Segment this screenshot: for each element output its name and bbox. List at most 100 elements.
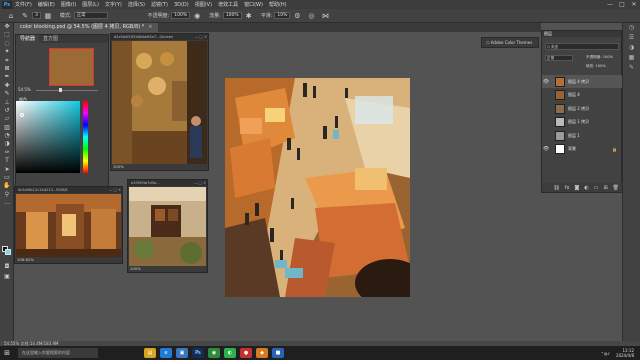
group-icon[interactable]: ▭	[594, 185, 599, 191]
more-tools-icon[interactable]: …	[0, 199, 14, 207]
navigator-zoom-slider-handle[interactable]	[59, 88, 62, 92]
menu-filter[interactable]: 滤镜(T)	[151, 1, 168, 8]
menu-type[interactable]: 文字(Y)	[105, 1, 122, 8]
reference-window-1[interactable]: d5c0e4f1ff2d4bba92e7...(Screen — □ ✕ 100%	[110, 33, 209, 171]
crop-tool-icon[interactable]: ⌗	[0, 57, 14, 65]
file-explorer-taskbar-icon[interactable]: ▤	[144, 348, 156, 358]
frame-tool-icon[interactable]: ⊠	[0, 65, 14, 73]
adobe-color-themes-button[interactable]: ⬡ Adobe Color Themes	[481, 37, 539, 48]
symmetry-icon[interactable]: ⋈	[321, 12, 329, 20]
fx-icon[interactable]: fx	[565, 185, 570, 191]
reference-window-3-titlebar[interactable]: e2f39f4a7d3e... — □ ✕	[128, 180, 207, 186]
wechat-taskbar-icon[interactable]: ◐	[224, 348, 236, 358]
menu-image[interactable]: 图像(I)	[61, 1, 76, 8]
edge-taskbar-icon[interactable]: e	[160, 348, 172, 358]
blur-tool-icon[interactable]: ◔	[0, 132, 14, 140]
app-red-taskbar-icon[interactable]: ●	[240, 348, 252, 358]
app-blue-taskbar-icon[interactable]: ■	[272, 348, 284, 358]
stamp-tool-icon[interactable]: ⊥	[0, 99, 14, 107]
layer-filter-input[interactable]: Q 类型	[545, 43, 619, 50]
reference-window-2-titlebar[interactable]: 4c5a5fb12c14d213...RGB/8 — □ ✕	[15, 187, 122, 193]
photoshop-taskbar-icon[interactable]: Ps	[192, 348, 204, 358]
move-tool-icon[interactable]: ✥	[0, 23, 14, 31]
menu-layer[interactable]: 图层(L)	[82, 1, 99, 8]
marquee-tool-icon[interactable]: ⬚	[0, 31, 14, 39]
navigator-zoom-value[interactable]: 54.5%	[18, 87, 31, 92]
tab-histogram[interactable]: 直方图	[39, 35, 62, 43]
color-picker-cursor[interactable]	[20, 113, 24, 117]
document-tab[interactable]: color blocking.psd @ 54.5% (图层 4 拷贝, RGB…	[14, 23, 159, 32]
adjustments-icon[interactable]: ◑	[623, 43, 640, 53]
blend-mode-select[interactable]: 正常	[545, 55, 573, 61]
menu-3d[interactable]: 3D(D)	[174, 2, 189, 8]
eyedropper-tool-icon[interactable]: ✒	[0, 73, 14, 81]
mask-icon[interactable]: ◙	[574, 185, 579, 191]
tab-navigator[interactable]: 导航器	[16, 35, 40, 43]
visibility-eye-icon[interactable]: 👁	[542, 146, 550, 152]
store-taskbar-icon[interactable]: ▣	[176, 348, 188, 358]
menu-help[interactable]: 帮助(H)	[269, 1, 287, 8]
properties-icon[interactable]: ☰	[623, 33, 640, 43]
layer-fill[interactable]: 填充: 100%	[586, 64, 606, 69]
window-controls-icon[interactable]: — □ ✕	[194, 180, 206, 186]
menu-edit[interactable]: 编辑(E)	[38, 1, 55, 8]
healing-tool-icon[interactable]: ✚	[0, 82, 14, 90]
history-icon[interactable]: ◷	[623, 23, 640, 33]
dodge-tool-icon[interactable]: ◑	[0, 140, 14, 148]
reference-window-2[interactable]: 4c5a5fb12c14d213...RGB/8 — □ ✕ 106.62%	[14, 186, 123, 264]
visibility-eye-icon[interactable]: 👁	[542, 79, 550, 85]
close-tab-icon[interactable]: ×	[148, 24, 152, 30]
screen-mode-icon[interactable]: ▣	[0, 273, 14, 281]
menu-file[interactable]: 文件(F)	[15, 1, 32, 8]
home-icon[interactable]: ⌂	[7, 12, 15, 20]
adjustment-icon[interactable]: ◐	[584, 185, 588, 191]
swatches-icon[interactable]: ▦	[623, 53, 640, 63]
trash-icon[interactable]: 🗑	[613, 185, 619, 191]
window-controls-icon[interactable]: — □ ✕	[195, 34, 207, 40]
new-layer-icon[interactable]: ⊞	[603, 185, 607, 191]
chrome-taskbar-icon[interactable]: ◉	[208, 348, 220, 358]
gear-icon[interactable]: ⚙	[293, 12, 301, 20]
background-color-swatch[interactable]	[5, 249, 11, 255]
clock[interactable]: 13:12 2024/4/8	[616, 348, 634, 358]
opacity-field[interactable]: 100%	[171, 12, 191, 19]
brush-settings-icon[interactable]: ▦	[44, 12, 52, 20]
path-select-tool-icon[interactable]: ➤	[0, 166, 14, 174]
airbrush-icon[interactable]: ✱	[245, 12, 253, 20]
layer-row[interactable]: 图层 2 拷贝	[542, 102, 623, 115]
hue-slider[interactable]	[83, 101, 88, 173]
taskbar-search-input[interactable]: 在这里输入你要搜索的内容	[18, 348, 98, 358]
quick-select-tool-icon[interactable]: ✦	[0, 48, 14, 56]
link-icon[interactable]: ⛓	[553, 185, 559, 191]
hand-tool-icon[interactable]: ✋	[0, 182, 14, 190]
navigator-zoom-slider[interactable]	[36, 90, 98, 91]
layer-opacity[interactable]: 不透明度: 100%	[586, 55, 613, 60]
flow-field[interactable]: 100%	[222, 12, 242, 19]
navigator-thumbnail[interactable]	[49, 48, 94, 86]
pressure-opacity-icon[interactable]: ◉	[193, 12, 201, 20]
window-controls-icon[interactable]: — □ ✕	[109, 187, 121, 193]
minimize-button[interactable]: —	[604, 0, 616, 9]
menu-window[interactable]: 窗口(W)	[244, 1, 263, 8]
history-brush-tool-icon[interactable]: ↺	[0, 107, 14, 115]
layer-row[interactable]: 图层 4	[542, 89, 623, 102]
maximize-button[interactable]: □	[616, 0, 628, 9]
volume-icon[interactable]: ♪	[607, 351, 610, 356]
pen-tool-icon[interactable]: ✑	[0, 149, 14, 157]
lasso-tool-icon[interactable]: ◌	[0, 40, 14, 48]
type-tool-icon[interactable]: T	[0, 157, 14, 165]
layers-tab[interactable]: 图层	[542, 31, 621, 37]
windows-start-icon[interactable]: ⊞	[0, 349, 14, 357]
layer-row[interactable]: 👁 图层 4 拷贝	[542, 75, 623, 88]
close-button[interactable]: ✕	[628, 0, 640, 9]
brush-icon[interactable]: ✎	[21, 12, 29, 20]
zoom-tool-icon[interactable]: ⚲	[0, 191, 14, 199]
gradient-tool-icon[interactable]: ▥	[0, 124, 14, 132]
brushes-icon[interactable]: ✎	[623, 63, 640, 73]
reference-window-3[interactable]: e2f39f4a7d3e... — □ ✕ 100%	[127, 179, 208, 273]
document-canvas[interactable]	[225, 78, 410, 297]
app-orange-taskbar-icon[interactable]: ◆	[256, 348, 268, 358]
layer-row[interactable]: 图层 1	[542, 129, 623, 142]
color-picker-field[interactable]	[16, 101, 80, 173]
lock-icon[interactable]: 🔒	[612, 147, 617, 152]
